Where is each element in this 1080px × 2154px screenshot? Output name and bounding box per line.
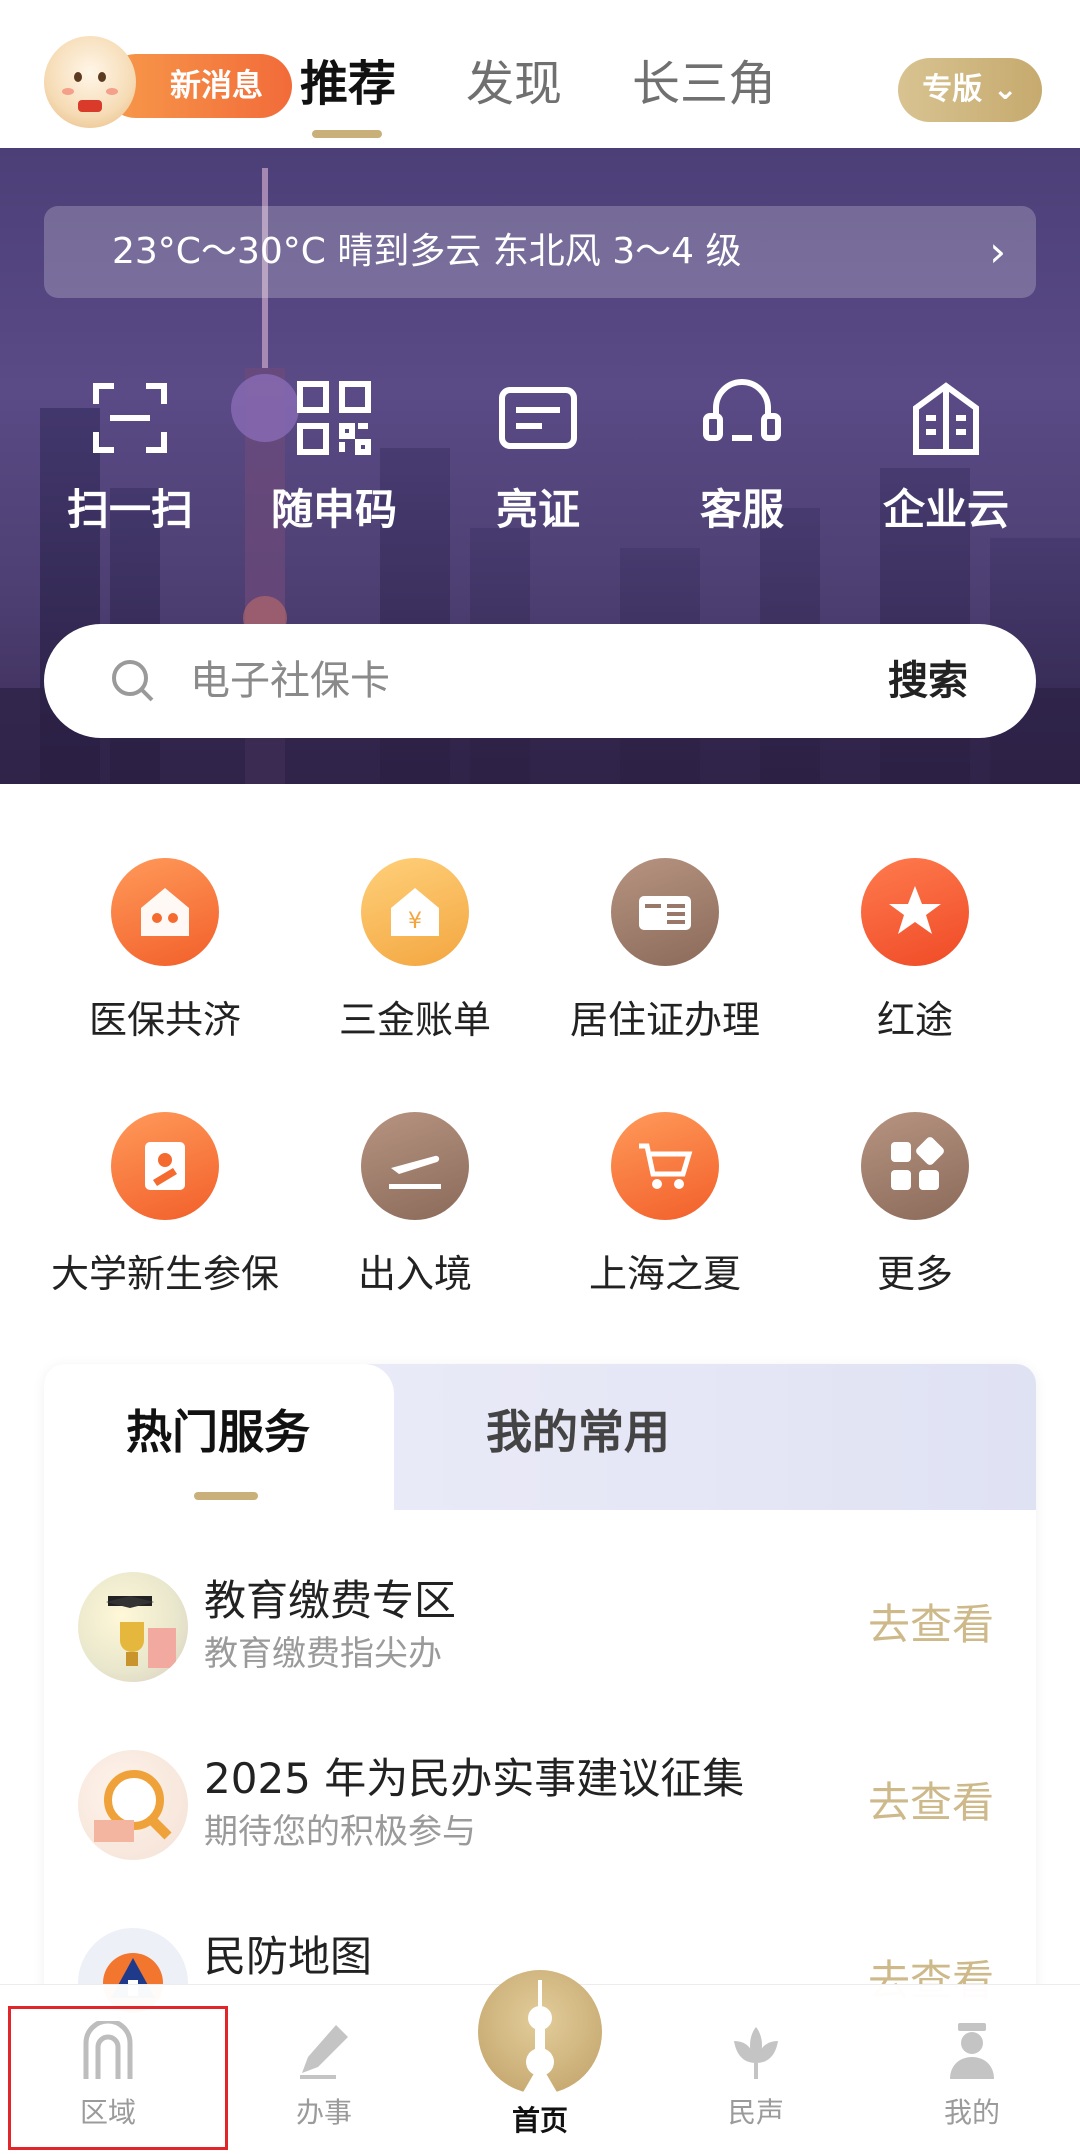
quick-action-qrcode[interactable]: 随申码 [234,378,434,548]
tower-icon [522,1980,558,2094]
service-medical-insurance[interactable]: 医保共济 [40,858,290,1058]
item-subtitle: 教育缴费指尖办 [204,1634,442,1674]
scan-icon [93,383,167,453]
view-link[interactable]: 去查看 [868,1776,994,1830]
weather-banner[interactable]: 23°C～30°C 晴到多云 东北风 3～4 级 › [44,206,1036,298]
home-tower-button[interactable] [478,1970,602,2094]
tab-label: 民声 [727,2096,784,2129]
service-label: 大学新生参保 [50,1252,279,1296]
quick-action-label: 企业云 [882,485,1009,534]
more-grid-icon [861,1112,969,1220]
tab-label: 办事 [295,2096,352,2129]
active-tab-indicator [312,130,382,138]
qrcode-icon [297,381,371,455]
quick-action-customer-service[interactable]: 客服 [642,378,842,548]
tab-hot-services[interactable]: 热门服务 [126,1402,310,1462]
service-label: 上海之夏 [588,1252,741,1296]
weather-text: 23°C～30°C 晴到多云 东北风 3～4 级 [112,231,742,272]
new-message-button[interactable]: 新消息 [44,36,292,128]
magnifier-suggestion-icon [78,1750,188,1860]
tab-recommend[interactable]: 推荐 [300,54,396,114]
chevron-down-icon: ⌄ [982,72,1018,107]
person-icon [950,2023,994,2079]
card-tab-header: 热门服务 我的常用 [44,1364,1036,1510]
service-residence-permit[interactable]: 居住证办理 [540,858,790,1058]
service-college-freshman-insurance[interactable]: 大学新生参保 [40,1112,290,1312]
family-house-icon [111,858,219,966]
star-flag-icon [861,858,969,966]
service-shanghai-summer[interactable]: 上海之夏 [540,1112,790,1312]
item-title: 2025 年为民办实事建议征集 [204,1754,745,1803]
item-subtitle: 期待您的积极参与 [204,1812,476,1852]
chevron-right-icon: › [989,227,1006,276]
service-three-funds-bill[interactable]: ¥ 三金账单 [290,858,540,1058]
cart-icon [611,1112,719,1220]
svg-text:¥: ¥ [408,909,422,934]
search-bar[interactable]: 电子社保卡 搜索 [44,624,1036,738]
tab-yangtze-delta[interactable]: 长三角 [632,54,776,114]
tab-discover[interactable]: 发现 [466,54,562,114]
search-input[interactable]: 电子社保卡 [190,624,390,738]
tab-my-frequent[interactable]: 我的常用 [486,1402,670,1462]
tab-label: 首页 [511,2104,568,2137]
tab-mine[interactable]: 我的 [882,1985,1062,2154]
quick-action-label: 随申码 [270,485,397,534]
magnolia-icon [734,2027,778,2079]
service-label: 红途 [876,998,953,1042]
tab-public-voice[interactable]: 民声 [666,1985,846,2154]
list-item[interactable]: 2025 年为民办实事建议征集 期待您的积极参与 去查看 [44,1726,1036,1886]
service-label: 三金账单 [338,998,491,1042]
graduation-trophy-icon [78,1572,188,1682]
top-nav-bar: 新消息 推荐 发现 长三角 专版 ⌄ [0,0,1080,148]
active-card-tab-indicator [194,1492,258,1500]
quick-action-enterprise-cloud[interactable]: 企业云 [846,378,1046,548]
mascot-icon [44,36,136,128]
airplane-icon [361,1112,469,1220]
search-button[interactable]: 搜索 [888,624,968,738]
residence-card-icon [611,858,719,966]
service-label: 医保共济 [88,998,241,1042]
service-entry-exit[interactable]: 出入境 [290,1112,540,1312]
service-more[interactable]: 更多 [790,1112,1040,1312]
services-card: 热门服务 我的常用 教育缴费专区 教育缴费指尖办 去查看 2025 年为民办实事… [44,1364,1036,2064]
quick-action-label: 客服 [699,485,784,534]
service-label: 更多 [876,1252,953,1296]
quick-action-scan[interactable]: 扫一扫 [30,378,230,548]
quick-action-show-license[interactable]: 亮证 [438,378,638,548]
view-link[interactable]: 去查看 [868,1598,994,1652]
tab-label: 我的 [943,2096,1000,2129]
headset-icon [703,379,781,441]
student-doc-icon [111,1112,219,1220]
edition-selector-button[interactable]: 专版 ⌄ [898,58,1042,122]
item-title: 教育缴费专区 [204,1576,457,1625]
quick-action-label: 扫一扫 [66,485,193,534]
hero-banner: 23°C～30°C 晴到多云 东北风 3～4 级 › 扫一扫 随申码 亮证 客服… [0,148,1080,784]
pen-icon [300,2025,348,2079]
service-label: 出入境 [357,1252,472,1296]
region-tab-highlight-box [8,2006,228,2150]
service-red-route[interactable]: 红途 [790,858,1040,1058]
list-item[interactable]: 教育缴费专区 教育缴费指尖办 去查看 [44,1548,1036,1708]
search-icon [112,660,154,702]
item-title: 民防地图 [204,1932,373,1981]
card-icon [499,387,577,449]
yuan-house-icon: ¥ [361,858,469,966]
service-label: 居住证办理 [569,998,760,1042]
building-icon [913,382,979,455]
edition-label: 专版 [922,72,983,107]
tab-affairs[interactable]: 办事 [234,1985,414,2154]
quick-action-label: 亮证 [495,485,580,534]
